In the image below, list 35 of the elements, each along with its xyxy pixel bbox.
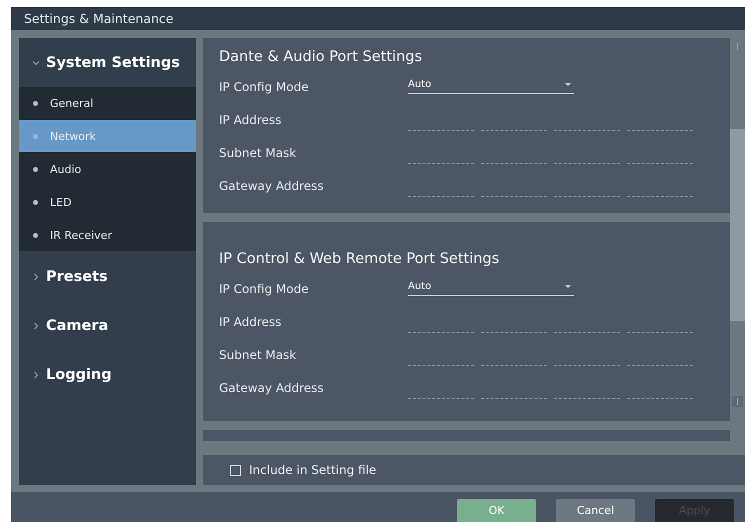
sidebar-item[interactable]: Audio bbox=[19, 153, 196, 185]
scroll-thumb[interactable] bbox=[730, 129, 745, 321]
sidebar-group[interactable]: Presets bbox=[19, 252, 196, 301]
caret-icon bbox=[565, 284, 571, 288]
bullet-icon bbox=[33, 100, 38, 106]
chevron-right-icon bbox=[31, 370, 41, 380]
bullet-icon bbox=[33, 134, 38, 138]
field-label: IP Address bbox=[219, 314, 282, 328]
bullet-icon bbox=[33, 232, 38, 238]
sidebar-group[interactable]: Logging bbox=[19, 350, 196, 399]
sidebar-item[interactable]: LED bbox=[19, 186, 196, 218]
field-label: IP Address bbox=[219, 112, 282, 126]
dialog-button[interactable]: Cancel bbox=[556, 499, 635, 522]
sidebar-group[interactable]: System Settings bbox=[19, 38, 196, 87]
caret-icon bbox=[565, 82, 571, 86]
section-title: Dante & Audio Port Settings bbox=[219, 48, 424, 67]
field-label: Gateway Address bbox=[219, 380, 325, 394]
scroll-down-icon[interactable] bbox=[732, 396, 743, 407]
field-label: Subnet Mask bbox=[219, 146, 298, 160]
field-label: IP Config Mode bbox=[219, 282, 310, 296]
include-checkbox[interactable]: Include in Setting file bbox=[230, 463, 376, 477]
chevron-right-icon bbox=[31, 272, 41, 282]
bullet-icon bbox=[33, 166, 38, 172]
chevron-right-icon bbox=[31, 320, 41, 330]
field-label: Gateway Address bbox=[219, 178, 325, 192]
dropdown[interactable]: Auto bbox=[408, 75, 574, 94]
sidebar-item[interactable]: IR Receiver bbox=[19, 219, 196, 251]
sidebar-item[interactable]: General bbox=[19, 87, 196, 119]
dropdown[interactable]: Auto bbox=[408, 277, 574, 296]
window-title: Settings & Maintenance bbox=[24, 11, 174, 26]
sidebar-group[interactable]: Camera bbox=[19, 301, 196, 350]
field-label: IP Config Mode bbox=[219, 80, 310, 94]
bullet-icon bbox=[33, 200, 38, 204]
section-title: IP Control & Web Remote Port Settings bbox=[219, 250, 500, 269]
field-label: Subnet Mask bbox=[219, 348, 298, 362]
